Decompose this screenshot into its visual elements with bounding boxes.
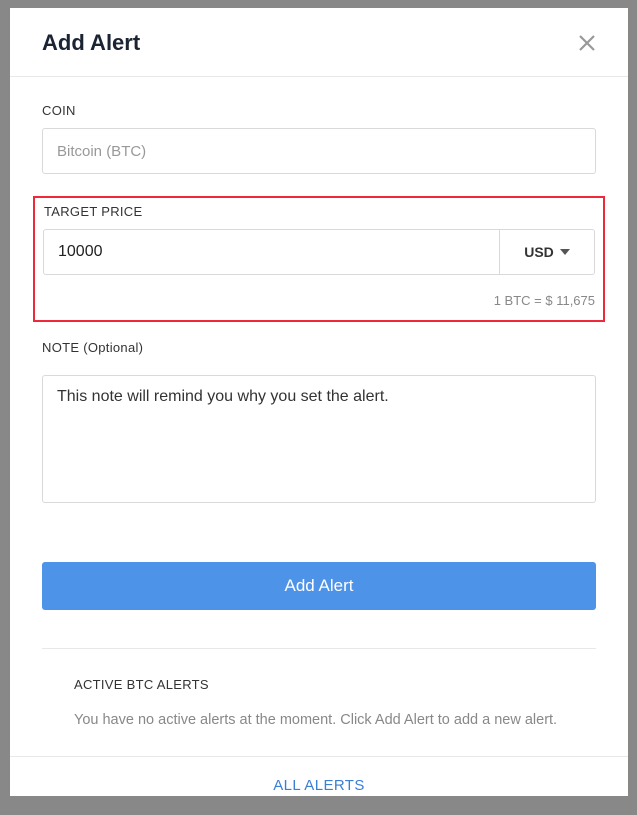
note-field-group: NOTE (Optional): [42, 340, 596, 508]
coin-input[interactable]: [42, 128, 596, 174]
exchange-rate-text: 1 BTC = $ 11,675: [43, 293, 595, 308]
target-price-highlight: TARGET PRICE USD 1 BTC = $ 11,675: [33, 196, 605, 322]
add-alert-modal: Add Alert COIN TARGET PRICE USD: [10, 8, 628, 796]
no-alerts-message: You have no active alerts at the moment.…: [74, 712, 564, 728]
price-row: USD: [43, 229, 595, 275]
close-icon[interactable]: [578, 34, 596, 52]
coin-label: COIN: [42, 103, 596, 118]
currency-label: USD: [524, 244, 554, 260]
active-alerts-title: ACTIVE BTC ALERTS: [74, 677, 564, 692]
active-alerts-section: ACTIVE BTC ALERTS You have no active ale…: [42, 648, 596, 756]
modal-body: COIN TARGET PRICE USD 1 BTC = $ 11,675 N…: [10, 77, 628, 756]
chevron-down-icon: [560, 249, 570, 255]
currency-select[interactable]: USD: [499, 229, 595, 275]
target-price-input[interactable]: [43, 229, 499, 275]
modal-header: Add Alert: [10, 8, 628, 77]
coin-field-group: COIN: [42, 103, 596, 174]
note-textarea[interactable]: [42, 375, 596, 503]
all-alerts-footer: ALL ALERTS: [10, 756, 628, 815]
target-price-label: TARGET PRICE: [44, 204, 595, 219]
all-alerts-link[interactable]: ALL ALERTS: [273, 777, 365, 794]
note-label: NOTE (Optional): [42, 340, 596, 355]
modal-title: Add Alert: [42, 30, 140, 56]
add-alert-button[interactable]: Add Alert: [42, 562, 596, 610]
